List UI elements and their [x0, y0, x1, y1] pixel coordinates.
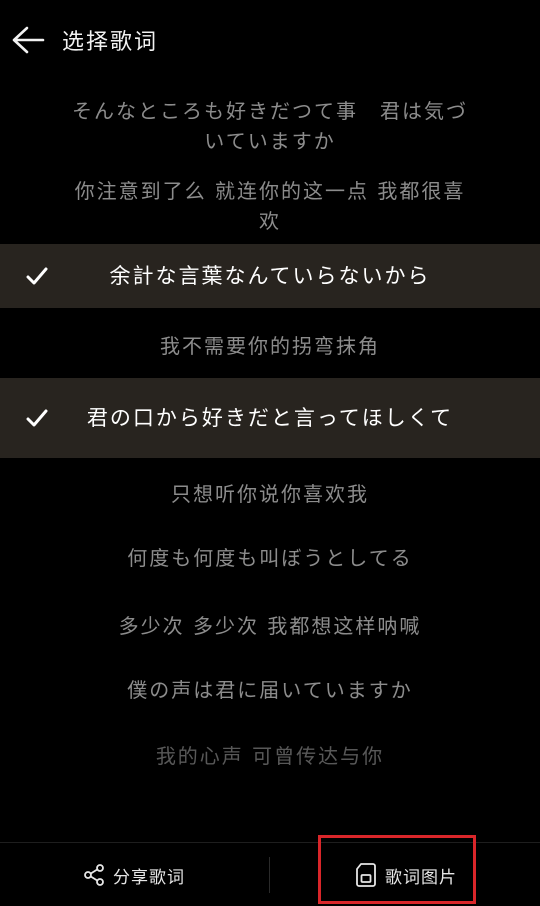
lyric-text: 多少次 多少次 我都想这样呐喊: [118, 614, 422, 638]
lyric-line[interactable]: 何度も何度も叫ぼうとしてる: [0, 528, 540, 588]
lyric-line[interactable]: 我不需要你的拐弯抹角: [0, 316, 540, 376]
lyrics-list[interactable]: そんなところも好きだつて事 君は気づいていますか 你注意到了么 就连你的这一点 …: [0, 84, 540, 840]
lyric-line[interactable]: 多少次 多少次 我都想这样呐喊: [0, 596, 540, 656]
share-icon: [84, 864, 104, 886]
lyric-text: 僕の声は君に届いていますか: [127, 678, 413, 702]
lyrics-image-button[interactable]: 歌词图片: [272, 843, 540, 906]
image-card-icon: [356, 863, 376, 887]
header: 选择歌词: [0, 0, 540, 84]
lyric-text: 只想听你说你喜欢我: [171, 482, 369, 506]
lyric-text: 何度も何度も叫ぼうとしてる: [127, 546, 413, 570]
lyric-line[interactable]: そんなところも好きだつて事 君は気づいていますか: [0, 90, 540, 162]
share-lyrics-label: 分享歌词: [113, 867, 185, 888]
check-icon: [24, 405, 50, 431]
page-title: 选择歌词: [62, 30, 159, 55]
lyrics-select-screen: 选择歌词 そんなところも好きだつて事 君は気づいていますか 你注意到了么 就连你…: [0, 0, 540, 906]
lyric-line-selected[interactable]: 余計な言葉なんていらないから: [0, 244, 540, 308]
lyric-text: 君の口から好きだと言ってほしくて: [86, 406, 454, 430]
arrow-left-icon: [12, 26, 45, 54]
lyric-line[interactable]: 你注意到了么 就连你的这一点 我都很喜欢: [0, 172, 540, 240]
lyric-line[interactable]: 僕の声は君に届いていますか: [0, 660, 540, 720]
lyric-text: 余計な言葉なんていらないから: [109, 264, 431, 288]
bottom-action-bar: 分享歌词 歌词图片: [0, 842, 540, 906]
lyric-text: 你注意到了么 就连你的这一点 我都很喜欢: [74, 179, 466, 233]
lyric-text: そんなところも好きだつて事 君は気づいていますか: [72, 99, 468, 153]
lyric-line-selected[interactable]: 君の口から好きだと言ってほしくて: [0, 378, 540, 458]
check-icon: [24, 263, 50, 289]
lyric-text: 我的心声 可曾传达与你: [155, 744, 385, 768]
divider: [269, 857, 270, 893]
lyric-line[interactable]: 我的心声 可曾传达与你: [0, 726, 540, 786]
lyrics-image-label: 歌词图片: [385, 867, 457, 888]
lyric-line[interactable]: 只想听你说你喜欢我: [0, 464, 540, 524]
share-lyrics-button[interactable]: 分享歌词: [0, 843, 268, 906]
lyric-text: 我不需要你的拐弯抹角: [160, 334, 380, 358]
back-button[interactable]: [6, 20, 50, 60]
